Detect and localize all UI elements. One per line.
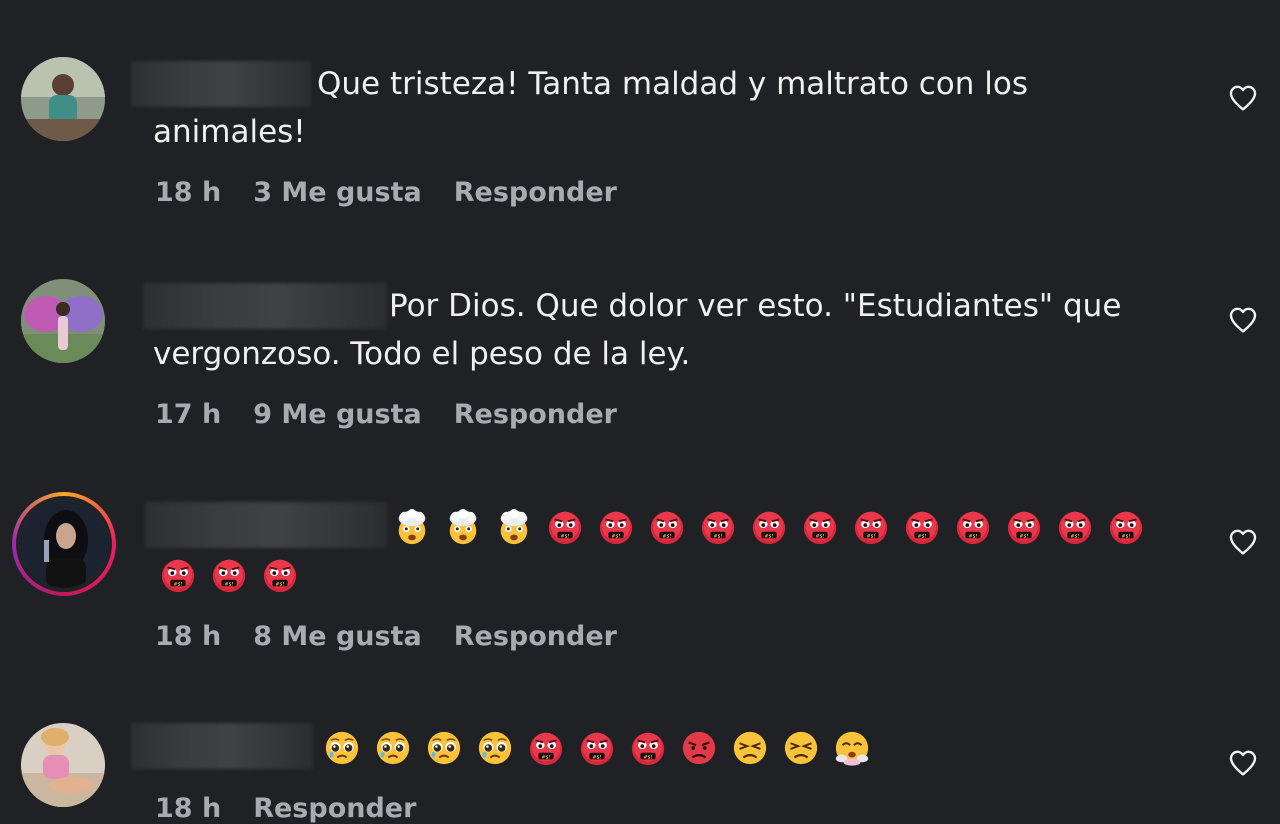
comment-text-line: animales! <box>153 114 306 150</box>
cursing-face-icon: #$! <box>210 556 248 594</box>
svg-text:#$!: #$! <box>1071 533 1080 539</box>
svg-text:#$!: #$! <box>1122 533 1131 539</box>
comment-meta: 18 h Responder <box>155 793 416 824</box>
comment-text: Que tristeza! Tanta maldad y maltrato co… <box>131 60 1173 156</box>
svg-text:#$!: #$! <box>867 533 876 539</box>
comment-text-line: Que tristeza! Tanta maldad y maltrato co… <box>317 66 1029 102</box>
exploding-head-icon <box>393 508 431 546</box>
cursing-face-icon: #$! <box>546 508 584 546</box>
pleading-face-icon <box>374 729 412 767</box>
reply-button[interactable]: Responder <box>253 793 416 824</box>
svg-text:#$!: #$! <box>663 533 672 539</box>
svg-text:#$!: #$! <box>1020 533 1029 539</box>
heart-icon[interactable] <box>1226 82 1260 114</box>
emoji-row: #$! #$! #$! #$! #$! #$! #$! #$! #$! #$! #$! #$! <box>393 501 1158 549</box>
pleading-face-icon <box>476 729 514 767</box>
svg-text:#$!: #$! <box>644 754 653 760</box>
persevering-face-icon <box>731 729 769 767</box>
comment-text-line: Por Dios. Que dolor ver esto. "Estudiant… <box>389 288 1122 324</box>
avatar[interactable] <box>20 500 108 588</box>
redacted-username[interactable] <box>145 502 387 548</box>
story-ring[interactable] <box>12 492 116 596</box>
timestamp[interactable]: 18 h <box>155 177 221 208</box>
svg-text:#$!: #$! <box>816 533 825 539</box>
redacted-username[interactable] <box>131 723 313 769</box>
cursing-face-icon: #$! <box>1107 508 1145 546</box>
exploding-head-icon <box>444 508 482 546</box>
cursing-face-icon: #$! <box>954 508 992 546</box>
cursing-face-icon: #$! <box>597 508 635 546</box>
svg-text:#$!: #$! <box>714 533 723 539</box>
likes-count[interactable]: 3 Me gusta <box>253 177 422 208</box>
svg-text:#$!: #$! <box>918 533 927 539</box>
comment-text-line: vergonzoso. Todo el peso de la ley. <box>153 336 691 372</box>
redacted-username[interactable] <box>131 61 311 107</box>
reply-button[interactable]: Responder <box>454 621 617 652</box>
pleading-face-icon <box>425 729 463 767</box>
cursing-face-icon: #$! <box>648 508 686 546</box>
cursing-face-icon: #$! <box>1005 508 1043 546</box>
svg-text:#$!: #$! <box>765 533 774 539</box>
reply-button[interactable]: Responder <box>454 177 617 208</box>
cursing-face-icon: #$! <box>629 729 667 767</box>
svg-text:#$!: #$! <box>174 581 183 587</box>
cursing-face-icon: #$! <box>578 729 616 767</box>
avatar[interactable] <box>21 723 105 807</box>
svg-text:#$!: #$! <box>561 533 570 539</box>
angry-face-icon <box>680 729 718 767</box>
cursing-face-icon: #$! <box>699 508 737 546</box>
svg-text:#$!: #$! <box>542 754 551 760</box>
comment-meta: 17 h 9 Me gusta Responder <box>155 399 617 430</box>
persevering-face-icon <box>782 729 820 767</box>
cursing-face-icon: #$! <box>159 556 197 594</box>
avatar[interactable] <box>21 57 105 141</box>
exploding-head-icon <box>495 508 533 546</box>
comment-meta: 18 h 8 Me gusta Responder <box>155 621 617 652</box>
cursing-face-icon: #$! <box>852 508 890 546</box>
cursing-face-icon: #$! <box>801 508 839 546</box>
avatar[interactable] <box>21 279 105 363</box>
comment-text: #$! #$! #$! #$! #$! #$! #$! #$! #$! #$! #$! #$! #$!… <box>145 501 1173 597</box>
reply-button[interactable]: Responder <box>454 399 617 430</box>
cursing-face-icon: #$! <box>750 508 788 546</box>
comment-text: Por Dios. Que dolor ver esto. "Estudiant… <box>143 282 1173 378</box>
comment-meta: 18 h 3 Me gusta Responder <box>155 177 617 208</box>
comment-text: #$! #$! #$! <box>131 722 1173 770</box>
cursing-face-icon: #$! <box>1056 508 1094 546</box>
svg-text:#$!: #$! <box>593 754 602 760</box>
face-with-steam-icon <box>833 729 871 767</box>
heart-icon[interactable] <box>1226 526 1260 558</box>
svg-text:#$!: #$! <box>276 581 285 587</box>
timestamp[interactable]: 18 h <box>155 621 221 652</box>
heart-icon[interactable] <box>1226 304 1260 336</box>
svg-text:#$!: #$! <box>969 533 978 539</box>
pleading-face-icon <box>323 729 361 767</box>
svg-text:#$!: #$! <box>612 533 621 539</box>
cursing-face-icon: #$! <box>261 556 299 594</box>
cursing-face-icon: #$! <box>903 508 941 546</box>
timestamp[interactable]: 18 h <box>155 793 221 824</box>
likes-count[interactable]: 8 Me gusta <box>253 621 422 652</box>
heart-icon[interactable] <box>1226 747 1260 779</box>
svg-text:#$!: #$! <box>225 581 234 587</box>
emoji-row: #$! #$! #$! <box>323 722 884 770</box>
cursing-face-icon: #$! <box>527 729 565 767</box>
redacted-username[interactable] <box>143 283 387 329</box>
emoji-row: #$! #$! #$! <box>159 549 1173 597</box>
likes-count[interactable]: 9 Me gusta <box>253 399 422 430</box>
timestamp[interactable]: 17 h <box>155 399 221 430</box>
